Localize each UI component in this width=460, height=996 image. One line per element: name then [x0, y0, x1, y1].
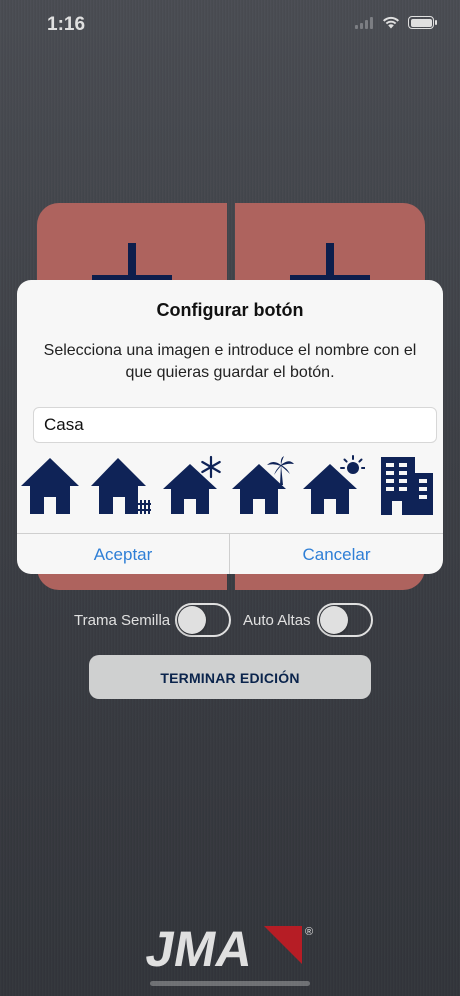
house-sun-icon[interactable]: [303, 455, 365, 517]
building-icon[interactable]: [375, 455, 437, 517]
house-palm-icon[interactable]: [232, 455, 294, 517]
button-name-input[interactable]: [33, 407, 437, 443]
dialog-message: Selecciona una imagen e introduce el nom…: [43, 342, 417, 381]
cancel-button[interactable]: Cancelar: [230, 534, 443, 574]
dialog-title: Configurar botón: [156, 300, 304, 320]
accept-button[interactable]: Aceptar: [17, 534, 229, 574]
image-options: [19, 455, 443, 519]
configure-button-dialog: Configurar botón Selecciona una imagen e…: [17, 280, 443, 574]
house-snow-icon[interactable]: [161, 455, 223, 517]
house-icon[interactable]: [19, 455, 81, 517]
house-fence-icon[interactable]: [90, 455, 152, 517]
